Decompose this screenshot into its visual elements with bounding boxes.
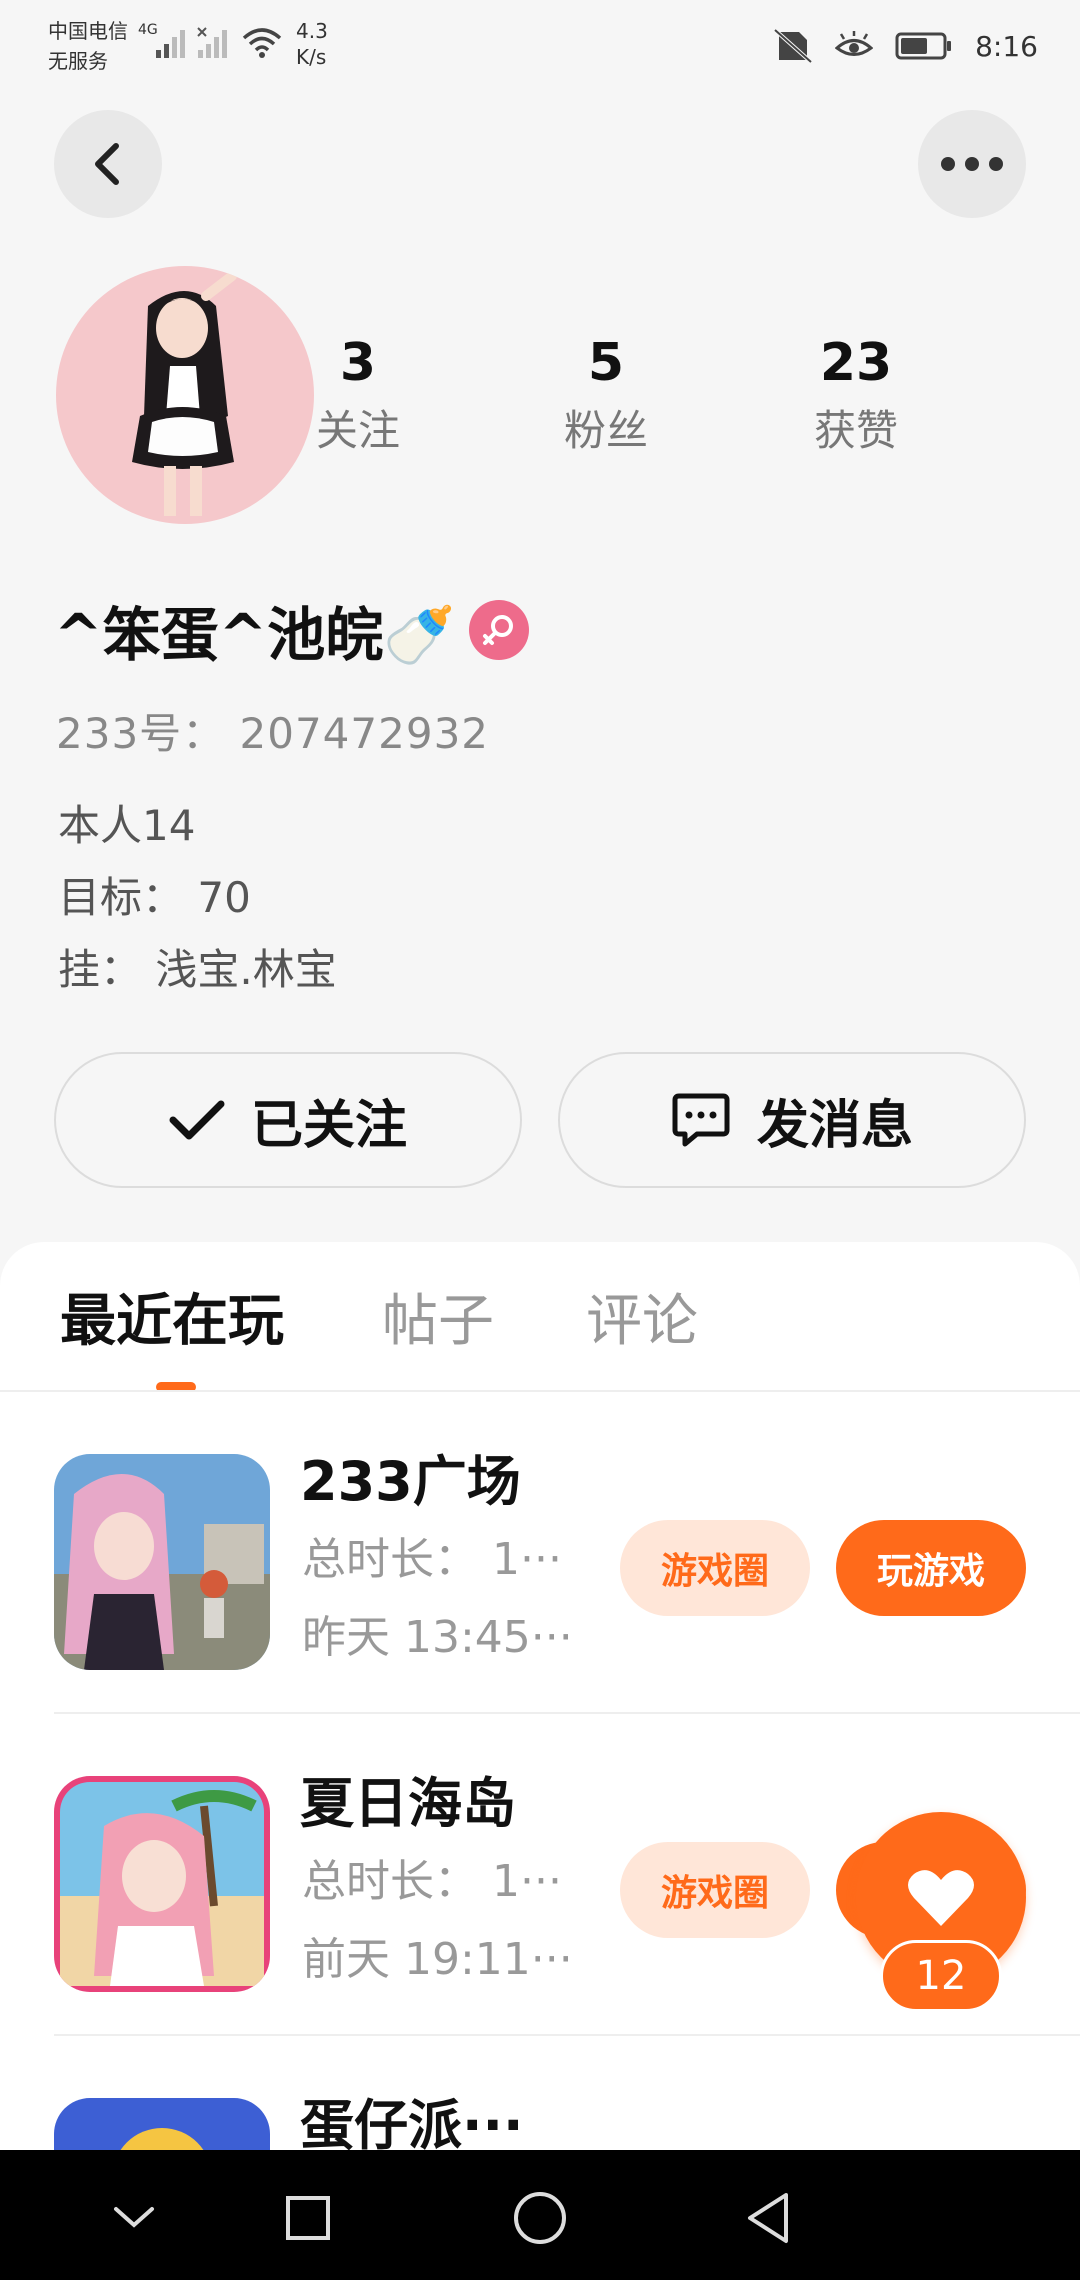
tab-comments[interactable]: 评论 — [586, 1282, 698, 1362]
likes-count: 23 — [819, 333, 893, 393]
nav-back-button[interactable] — [728, 2178, 808, 2258]
game-name: 蛋仔派··· — [300, 2094, 524, 2150]
tab-recently-played[interactable]: 最近在玩 — [60, 1282, 284, 1362]
bio-line: 目标： 70 — [58, 873, 251, 922]
bio-line: 本人14 — [58, 801, 196, 850]
back-arrow-icon — [95, 143, 119, 185]
back-button[interactable] — [54, 110, 162, 218]
no-signal-icon — [197, 27, 227, 58]
speed-unit: K/s — [296, 45, 327, 69]
game-duration: 总时长： 1··· — [302, 1856, 562, 1907]
game-icon — [54, 1776, 270, 1992]
followers-label: 粉丝 — [563, 406, 648, 455]
circle-home-icon — [514, 2192, 566, 2244]
more-dots-icon — [941, 157, 1003, 171]
wifi-icon — [242, 28, 282, 58]
nav-home-button[interactable] — [500, 2178, 580, 2258]
nav-hide-button[interactable] — [94, 2178, 174, 2258]
tab-posts[interactable]: 帖子 — [382, 1282, 494, 1362]
following-label: 关注 — [315, 406, 400, 455]
followed-button[interactable]: 已关注 — [54, 1052, 522, 1188]
game-circle-button[interactable]: 游戏圈 — [620, 1842, 810, 1938]
more-button[interactable] — [918, 110, 1026, 218]
following-stat[interactable]: 3 关注 — [258, 330, 458, 466]
chevron-down-icon — [114, 2207, 154, 2228]
battery-icon — [895, 32, 952, 60]
content-card: 最近在玩 帖子 评论 233广场 总时长： 1··· 昨天 13:45··· 游… — [0, 1242, 1080, 2150]
carrier-info: 中国电信 无服务 — [48, 16, 128, 76]
send-message-button[interactable]: 发消息 — [558, 1052, 1026, 1188]
game-icon — [54, 1454, 270, 1670]
female-icon — [469, 600, 530, 660]
game-name: 夏日海岛 — [300, 1772, 516, 1835]
chat-bubble-icon — [672, 1093, 730, 1147]
following-count: 3 — [339, 333, 377, 393]
user-id: 233号： 207472932 — [56, 709, 490, 758]
followers-stat[interactable]: 5 粉丝 — [506, 330, 706, 466]
game-duration: 总时长： 1··· — [302, 1534, 562, 1585]
followers-count: 5 — [587, 333, 625, 393]
likes-stat[interactable]: 23 获赞 — [756, 330, 956, 466]
game-name: 233广场 — [300, 1450, 521, 1513]
signal-icon — [156, 30, 185, 58]
carrier-status: 无服务 — [48, 49, 108, 73]
nickname-row: ^笨蛋^池皖🍼 — [54, 590, 530, 670]
check-icon — [169, 1100, 225, 1140]
carrier-name: 中国电信 — [48, 19, 128, 43]
status-bar: 中国电信 无服务 4G 4.3 K/s 8:16 — [0, 0, 1080, 96]
status-icons: 8:16 — [773, 26, 1038, 66]
floating-like-button[interactable]: 12 — [856, 1812, 1026, 2012]
game-last-played: 昨天 13:45··· — [302, 1612, 573, 1663]
network-speed: 4.3 K/s — [296, 18, 328, 70]
heart-icon — [908, 1870, 974, 1926]
square-icon — [286, 2196, 330, 2240]
nav-recents-button[interactable] — [268, 2178, 348, 2258]
followed-label: 已关注 — [250, 1095, 407, 1156]
game-row-eggy-party[interactable]: 蛋仔派··· — [0, 2036, 1080, 2150]
clock: 8:16 — [975, 29, 1038, 63]
no-sim-icon — [773, 28, 813, 64]
likes-label: 获赞 — [813, 406, 898, 455]
game-last-played: 前天 19:11··· — [302, 1934, 573, 1985]
play-game-button[interactable]: 玩游戏 — [836, 1520, 1026, 1616]
send-message-label: 发消息 — [756, 1095, 913, 1156]
bio: 本人14 目标： 70 挂： 浅宝.林宝 — [58, 790, 337, 1006]
game-icon — [54, 2098, 270, 2150]
game-circle-button[interactable]: 游戏圈 — [620, 1520, 810, 1616]
speed-value: 4.3 — [296, 19, 328, 43]
game-row-233-square[interactable]: 233广场 总时长： 1··· 昨天 13:45··· 游戏圈 玩游戏 — [0, 1392, 1080, 1714]
like-count: 12 — [880, 1940, 1002, 2012]
triangle-back-icon — [748, 2193, 788, 2243]
nickname: ^笨蛋^池皖🍼 — [54, 601, 456, 669]
eye-comfort-icon — [835, 31, 874, 56]
system-nav-bar — [0, 2150, 1080, 2280]
bio-line: 挂： 浅宝.林宝 — [58, 945, 337, 994]
